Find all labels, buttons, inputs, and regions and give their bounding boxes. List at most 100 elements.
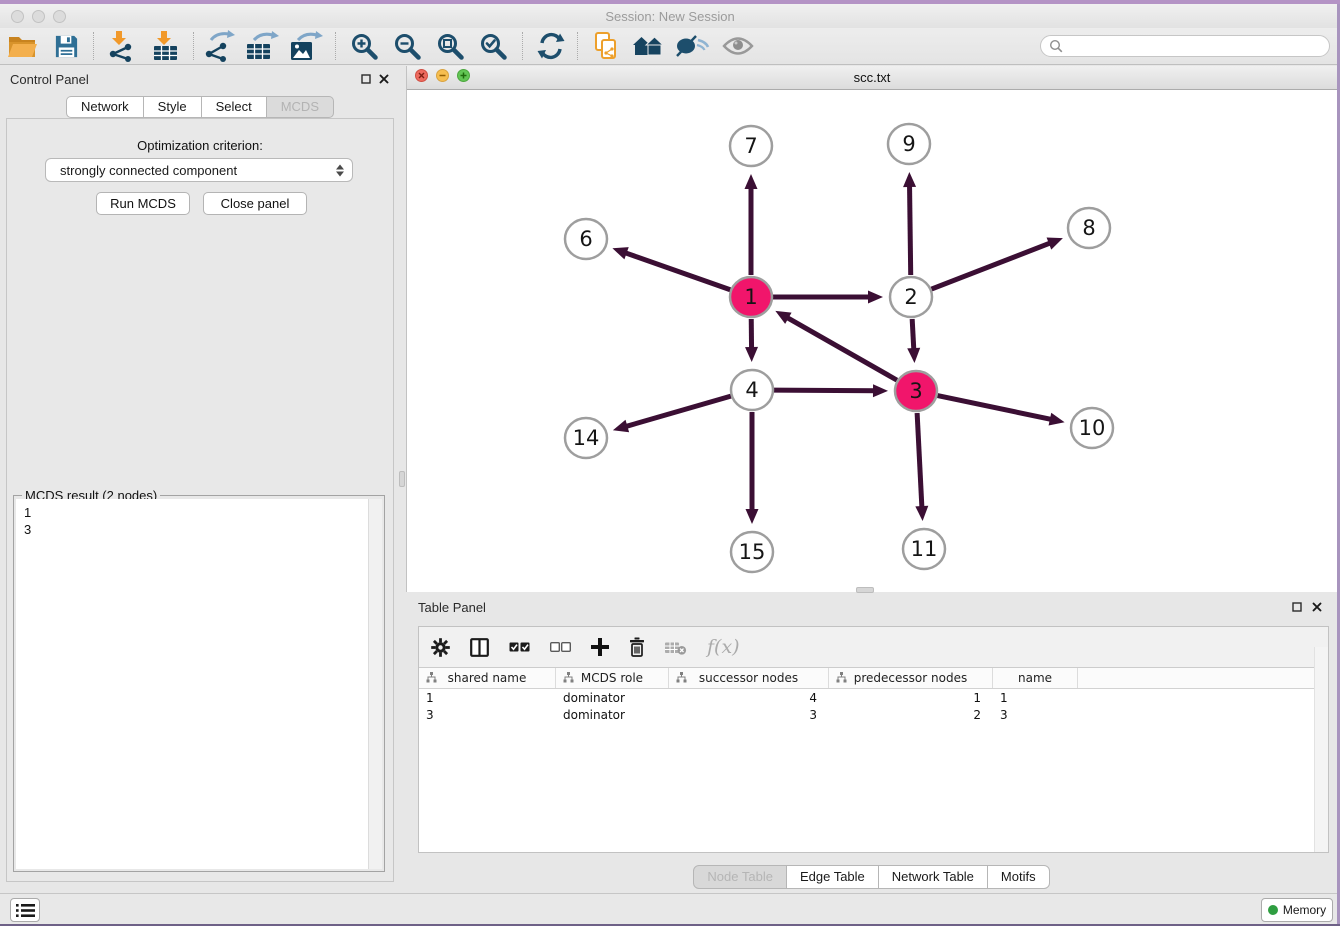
graph-edge-3-10[interactable]: [938, 396, 1065, 426]
clone-network-button[interactable]: [588, 29, 624, 63]
graph-edge-3-11[interactable]: [915, 413, 928, 521]
column-header-name[interactable]: name: [993, 668, 1078, 688]
delete-entries-icon[interactable]: [629, 637, 645, 657]
graph-edge-3-1[interactable]: [775, 311, 897, 380]
graph-edge-1-7[interactable]: [745, 174, 758, 275]
table-panel-title: Table Panel: [418, 600, 486, 615]
deselect-all-checkboxes-icon[interactable]: [550, 642, 571, 652]
tab-motifs[interactable]: Motifs: [987, 865, 1050, 889]
mcds-result-lines: 1 3: [24, 504, 31, 538]
svg-text:8: 8: [1082, 216, 1095, 240]
tab-network[interactable]: Network: [66, 96, 144, 118]
graph-node-6[interactable]: 6: [565, 219, 607, 259]
mcds-result-area[interactable]: 1 3: [16, 499, 382, 869]
graph-node-3[interactable]: 3: [895, 371, 937, 411]
refresh-view-button[interactable]: [533, 29, 569, 63]
show-all-views-button[interactable]: [631, 29, 667, 63]
toolbar-separator: [93, 32, 94, 60]
list-icon: [16, 903, 35, 918]
tab-select[interactable]: Select: [201, 96, 267, 118]
close-panel-button[interactable]: Close panel: [203, 192, 307, 215]
tab-edge-table[interactable]: Edge Table: [786, 865, 879, 889]
toolbar-separator: [193, 32, 194, 60]
column-header-predecessor-nodes[interactable]: predecessor nodes: [829, 668, 993, 688]
gear-icon[interactable]: [431, 638, 450, 657]
graph-node-4[interactable]: 4: [731, 370, 773, 410]
import-network-button[interactable]: [102, 29, 138, 63]
zoom-out-button[interactable]: [389, 29, 425, 63]
add-row-icon[interactable]: [591, 638, 609, 656]
table-scrollbar[interactable]: [1314, 647, 1328, 852]
task-history-button[interactable]: [10, 898, 40, 922]
network-canvas[interactable]: 7 9 6 8 1 2 4 3 14 10 15 11: [407, 90, 1338, 592]
select-all-checkboxes-icon[interactable]: [509, 642, 530, 652]
graph-node-7[interactable]: 7: [730, 126, 772, 166]
float-panel-icon[interactable]: [360, 73, 372, 85]
show-hidden-button[interactable]: [720, 29, 756, 63]
graph-edge-2-3[interactable]: [907, 319, 920, 363]
import-network-icon: [104, 30, 136, 62]
graph-edge-1-4[interactable]: [745, 319, 758, 362]
graph-node-10[interactable]: 10: [1071, 408, 1113, 448]
graph-edge-4-3[interactable]: [774, 384, 888, 397]
criterion-dropdown[interactable]: strongly connected component: [45, 158, 353, 182]
column-header-MCDS-role[interactable]: MCDS role: [556, 668, 669, 688]
graph-edge-2-8[interactable]: [932, 237, 1063, 289]
zoom-in-button[interactable]: [346, 29, 382, 63]
export-table-icon: [245, 31, 281, 62]
graph-edge-4-14[interactable]: [613, 396, 731, 432]
function-builder-icon: f(x): [707, 636, 740, 658]
graph-node-9[interactable]: 9: [888, 124, 930, 164]
column-header-successor-nodes[interactable]: successor nodes: [669, 668, 829, 688]
vertical-splitter-handle[interactable]: [399, 471, 405, 487]
graph-node-8[interactable]: 8: [1068, 208, 1110, 248]
export-table-button[interactable]: [245, 29, 281, 63]
result-scrollbar[interactable]: [368, 499, 382, 869]
export-image-button[interactable]: [289, 29, 325, 63]
svg-text:1: 1: [744, 285, 757, 309]
clone-network-icon: [591, 31, 621, 61]
table-row-1[interactable]: 1dominator411: [419, 689, 1328, 706]
tab-node-table[interactable]: Node Table: [693, 865, 787, 889]
horizontal-splitter-handle[interactable]: [856, 587, 874, 593]
toolbar-separator: [577, 32, 578, 60]
graph-node-1[interactable]: 1: [730, 277, 772, 317]
export-network-button[interactable]: [202, 29, 238, 63]
close-panel-icon[interactable]: [378, 73, 390, 85]
svg-text:3: 3: [909, 379, 922, 403]
save-session-button[interactable]: [48, 29, 84, 63]
search-input[interactable]: [1068, 38, 1321, 54]
hide-selected-button[interactable]: [675, 29, 711, 63]
zoom-selected-button[interactable]: [475, 29, 511, 63]
tab-mcds[interactable]: MCDS: [266, 96, 334, 118]
graph-edge-1-2[interactable]: [773, 291, 883, 304]
graph-edge-2-9[interactable]: [903, 172, 916, 275]
graph-node-2[interactable]: 2: [890, 277, 932, 317]
control-panel-tabs: Network Style Select MCDS: [0, 96, 400, 118]
graph-node-14[interactable]: 14: [565, 418, 607, 458]
close-table-panel-icon[interactable]: [1311, 601, 1323, 613]
zoom-fit-button[interactable]: [432, 29, 468, 63]
graph-edge-4-15[interactable]: [746, 412, 759, 524]
open-folder-icon: [8, 34, 38, 59]
column-layout-icon[interactable]: [470, 638, 489, 657]
graph-edge-1-6[interactable]: [612, 247, 730, 290]
memory-button[interactable]: Memory: [1261, 898, 1333, 922]
global-search: [1040, 35, 1330, 57]
column-header-shared-name[interactable]: shared name: [419, 668, 556, 688]
main-titlebar: Session: New Session: [0, 4, 1340, 28]
zoom-in-icon: [349, 31, 379, 61]
tab-style[interactable]: Style: [143, 96, 202, 118]
graph-node-11[interactable]: 11: [903, 529, 945, 569]
network-window-title: scc.txt: [407, 70, 1337, 85]
table-row-2[interactable]: 3dominator323: [419, 706, 1328, 723]
float-table-panel-icon[interactable]: [1291, 601, 1303, 613]
double-house-icon: [633, 34, 665, 58]
node-table-block: f(x) shared nameMCDS rolesuccessor nodes…: [418, 626, 1329, 853]
open-session-button[interactable]: [5, 29, 41, 63]
import-table-button[interactable]: [147, 29, 183, 63]
run-mcds-button[interactable]: Run MCDS: [96, 192, 190, 215]
graph-node-15[interactable]: 15: [731, 532, 773, 572]
tab-network-table[interactable]: Network Table: [878, 865, 988, 889]
zoom-out-icon: [392, 31, 422, 61]
